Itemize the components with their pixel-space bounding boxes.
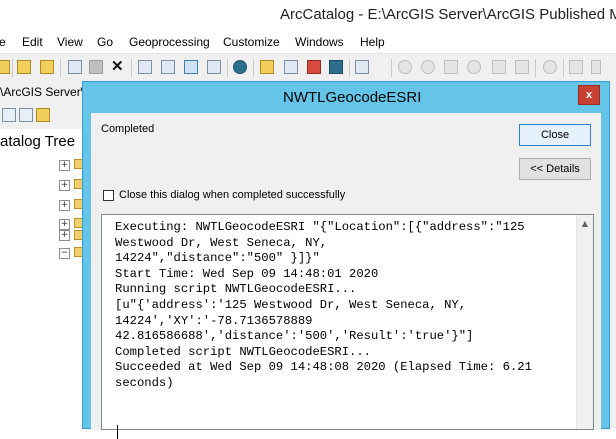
- expand-plus-icon[interactable]: +: [59, 160, 70, 171]
- connect-icon[interactable]: [2, 108, 16, 122]
- geoprocessing-dialog: NWTLGeocodeESRI x Completed Close << Det…: [82, 81, 610, 439]
- toolbar-dropdown-icon[interactable]: [54, 108, 62, 122]
- window-title: ArcCatalog - E:\ArcGIS Server\ArcGIS Pub…: [280, 6, 616, 23]
- catalog-window-icon[interactable]: [284, 60, 298, 74]
- expand-plus-icon[interactable]: +: [59, 200, 70, 211]
- window-title-bar: ArcCatalog - E:\ArcGIS Server\ArcGIS Pub…: [0, 0, 616, 31]
- expand-plus-icon[interactable]: +: [59, 230, 70, 241]
- expand-plus-icon[interactable]: +: [59, 219, 70, 230]
- toolbar-separator: [227, 59, 228, 77]
- menu-geoprocessing[interactable]: Geoprocessing: [129, 35, 210, 49]
- messages-scrollbar[interactable]: ▲: [576, 215, 593, 429]
- thumbnails-icon[interactable]: [207, 60, 221, 74]
- catalog-tree-title: atalog Tree: [0, 133, 76, 150]
- menu-file[interactable]: e: [0, 35, 6, 49]
- messages-textbox[interactable]: Executing: NWTLGeocodeESRI "{"Location":…: [101, 214, 594, 439]
- toolbar-separator: [349, 59, 350, 77]
- menu-view[interactable]: View: [57, 35, 83, 49]
- paste-icon[interactable]: [89, 60, 103, 74]
- standard-toolbar: ✕: [0, 53, 616, 83]
- messages-text: Executing: NWTLGeocodeESRI "{"Location":…: [115, 220, 532, 390]
- menu-windows[interactable]: Windows: [295, 35, 344, 49]
- menu-help[interactable]: Help: [360, 35, 385, 49]
- arctoolbox-icon[interactable]: [260, 60, 274, 74]
- toolbar-separator: [563, 59, 564, 77]
- connect-folder-icon[interactable]: [17, 60, 31, 74]
- new-item-icon[interactable]: [19, 108, 33, 122]
- navigate-icon[interactable]: [0, 60, 10, 74]
- toolbar-separator: [253, 59, 254, 77]
- dialog-close-icon[interactable]: x: [578, 85, 600, 105]
- list-icon[interactable]: [161, 60, 175, 74]
- refresh-icon[interactable]: [36, 108, 50, 122]
- dialog-body: Completed Close << Details Close this di…: [91, 113, 601, 439]
- details-button[interactable]: << Details: [519, 158, 591, 180]
- details-icon[interactable]: [184, 60, 198, 74]
- toolbar-overflow-icon[interactable]: [591, 60, 601, 74]
- close-button[interactable]: Close: [519, 124, 591, 146]
- back-icon[interactable]: [492, 60, 506, 74]
- scroll-up-icon[interactable]: ▲: [577, 215, 593, 232]
- options-icon[interactable]: [569, 60, 583, 74]
- info-icon[interactable]: [543, 60, 557, 74]
- catalog-tree: + + + + + −: [0, 155, 86, 429]
- catalog-toolbar: [0, 103, 82, 129]
- metadata-icon[interactable]: [355, 60, 369, 74]
- auto-close-checkbox[interactable]: [103, 190, 114, 201]
- auto-close-label: Close this dialog when completed success…: [119, 189, 346, 201]
- menu-customize[interactable]: Customize: [223, 35, 280, 49]
- collapse-minus-icon[interactable]: −: [59, 248, 70, 259]
- zoom-in-icon[interactable]: [398, 60, 412, 74]
- zoom-out-icon[interactable]: [421, 60, 435, 74]
- open-folder-icon[interactable]: [40, 60, 54, 74]
- expand-plus-icon[interactable]: +: [59, 180, 70, 191]
- menu-edit[interactable]: Edit: [22, 35, 43, 49]
- python-window-icon[interactable]: [329, 60, 343, 74]
- dialog-title: NWTLGeocodeESRI: [283, 89, 422, 106]
- text-cursor: [117, 425, 118, 439]
- copy-icon[interactable]: [68, 60, 82, 74]
- toolbar-separator: [535, 59, 536, 77]
- status-label: Completed: [101, 123, 155, 135]
- full-extent-icon[interactable]: [467, 60, 481, 74]
- pan-icon[interactable]: [444, 60, 458, 74]
- model-builder-icon[interactable]: [307, 60, 321, 74]
- large-icons-icon[interactable]: [138, 60, 152, 74]
- toolbar-separator: [12, 59, 13, 77]
- forward-icon[interactable]: [515, 60, 529, 74]
- menu-go[interactable]: Go: [97, 35, 113, 49]
- dialog-title-bar[interactable]: NWTLGeocodeESRI x: [83, 82, 609, 114]
- delete-icon[interactable]: ✕: [111, 57, 124, 75]
- location-text[interactable]: \ArcGIS Server\A: [0, 85, 92, 99]
- toolbar-separator: [131, 59, 132, 77]
- menu-bar: e Edit View Go Geoprocessing Customize W…: [0, 31, 616, 53]
- search-icon[interactable]: [233, 60, 247, 74]
- toolbar-separator: [391, 59, 392, 77]
- toolbar-separator: [60, 59, 61, 77]
- catalog-tree-header: atalog Tree: [0, 129, 82, 155]
